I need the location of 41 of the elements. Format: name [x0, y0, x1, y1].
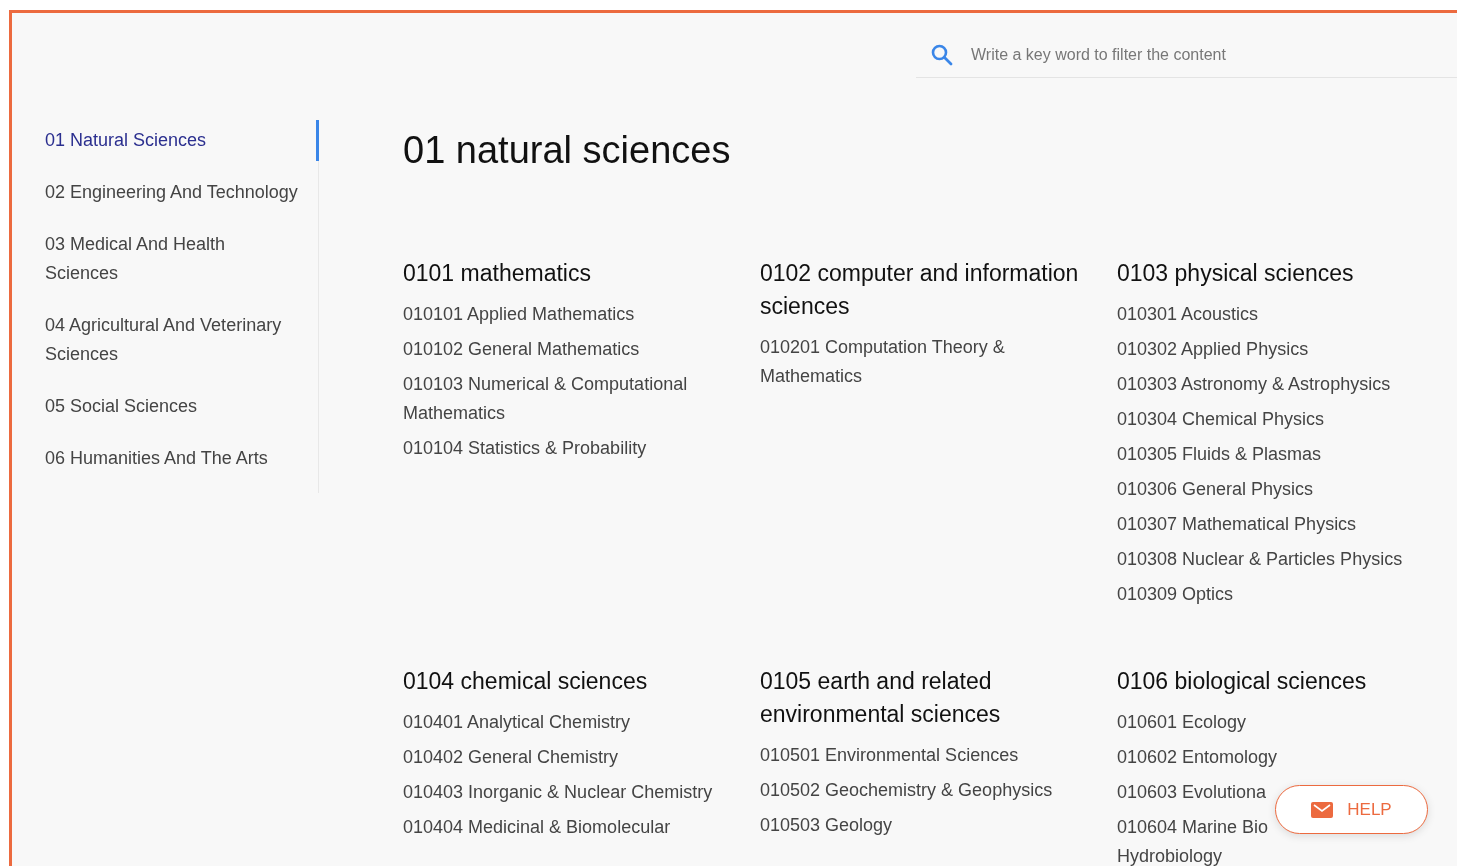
subcategory-link[interactable]: 010103 Numerical & Computational Mathematics: [403, 370, 740, 428]
sidebar-item[interactable]: 02 Engineering And Technology: [45, 178, 319, 207]
category-heading: 0105 earth and related environmental sciences: [760, 667, 1002, 729]
subcategory-link[interactable]: 010602 Entomology: [1117, 743, 1278, 772]
subcategory-link[interactable]: 010307 Mathematical Physics: [1117, 510, 1357, 539]
subcategory-link[interactable]: 010102 General Mathematics: [403, 335, 640, 364]
sidebar-item[interactable]: 06 Humanities And The Arts: [45, 444, 319, 473]
subcategory-link[interactable]: 010501 Environmental Sciences: [760, 741, 1019, 770]
search-field[interactable]: Write a key word to filter the content: [969, 45, 1457, 65]
mail-icon: [1311, 801, 1334, 818]
subcategory-link[interactable]: 010308 Nuclear & Particles Physics: [1117, 545, 1403, 574]
subcategory-link[interactable]: 010302 Applied Physics: [1117, 335, 1309, 364]
subcategory-link[interactable]: 010306 General Physics: [1117, 475, 1314, 504]
subcategory-link[interactable]: 010201 Computation Theory & Mathematics: [760, 333, 1097, 391]
subcategory-link[interactable]: 010309 Optics: [1117, 580, 1234, 609]
category-heading: 0104 chemical sciences: [403, 667, 649, 696]
sidebar-item[interactable]: 04 Agricultural And Veterinary Sciences: [45, 311, 319, 369]
subcategory-link[interactable]: 010603 Evolutiona: [1117, 778, 1267, 807]
subcategory-link[interactable]: 010305 Fluids & Plasmas: [1117, 440, 1322, 469]
subcategory-link[interactable]: 010304 Chemical Physics: [1117, 405, 1325, 434]
category-heading: 0101 mathematics: [403, 259, 592, 288]
subcategory-link[interactable]: 010301 Acoustics: [1117, 300, 1259, 329]
category-heading: 0102 computer and information sciences: [760, 259, 1080, 321]
subcategory-link[interactable]: 010503 Geology: [760, 811, 893, 840]
sidebar-item[interactable]: 03 Medical And Health Sciences: [45, 230, 319, 288]
subcategory-link[interactable]: 010403 Inorganic & Nuclear Chemistry: [403, 778, 713, 807]
subcategory-link[interactable]: 010104 Statistics & Probability: [403, 434, 647, 463]
subcategory-link[interactable]: 010601 Ecology: [1117, 708, 1247, 737]
search-icon: [931, 44, 953, 66]
category-heading: 0103 physical sciences: [1117, 259, 1355, 288]
sidebar-item[interactable]: 01 Natural Sciences: [45, 120, 319, 161]
subcategory-link[interactable]: 010303 Astronomy & Astrophysics: [1117, 370, 1391, 399]
subcategory-link[interactable]: 010401 Analytical Chemistry: [403, 708, 631, 737]
subcategory-link[interactable]: 010101 Applied Mathematics: [403, 300, 635, 329]
subcategory-link[interactable]: 010502 Geochemistry & Geophysics: [760, 776, 1053, 805]
subcategory-link[interactable]: 010404 Medicinal & Biomolecular: [403, 813, 671, 842]
sidebar-item[interactable]: 05 Social Sciences: [45, 392, 319, 421]
category-heading: 0106 biological sciences: [1117, 667, 1368, 696]
page-title: 01 natural sciences: [403, 128, 732, 172]
subcategory-link[interactable]: 010604 Marine Bio Hydrobiology: [1117, 813, 1269, 866]
subcategory-link[interactable]: 010402 General Chemistry: [403, 743, 619, 772]
